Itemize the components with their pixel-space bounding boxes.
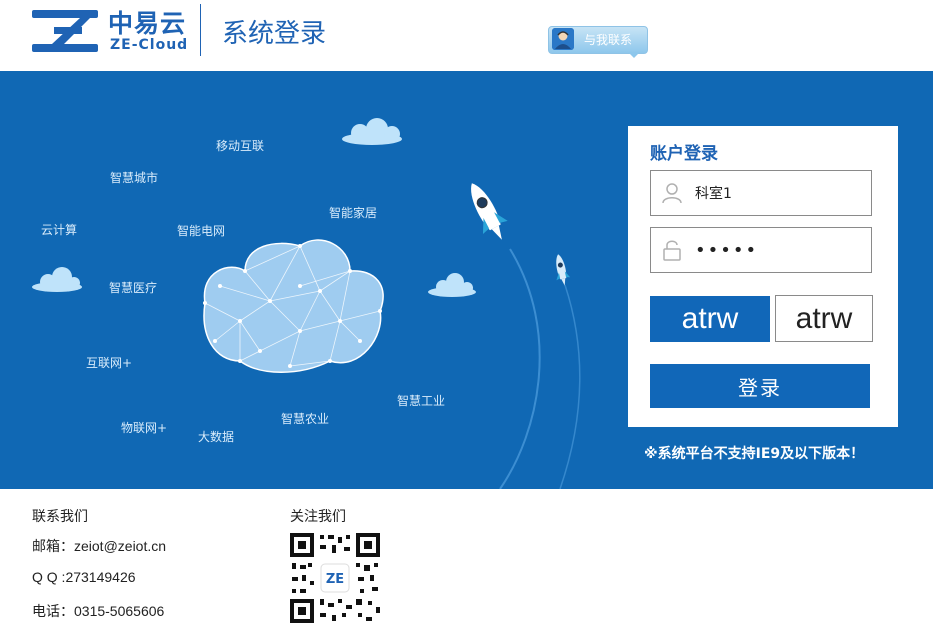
contact-phone: 电话：0315-5065606 [32,603,165,619]
customer-service-avatar-icon [552,28,574,50]
browser-support-note: ※系统平台不支持IE9及以下版本！ [644,446,865,462]
username-input[interactable] [695,179,865,207]
small-cloud-icon [32,267,82,292]
small-cloud-icon [342,118,402,145]
keyword-label: 大数据 [198,430,235,444]
captcha-input[interactable] [775,295,873,342]
keyword-label: 移动互联 [216,139,265,153]
login-panel: 账户登录 atrw 登录 [628,126,898,427]
password-input[interactable] [695,236,865,264]
login-button[interactable]: 登录 [650,364,870,408]
footer: 联系我们 邮箱：zeiot@zeiot.cn Q Q :273149426 电话… [0,489,933,630]
logo-divider [200,4,201,56]
rocket-icon [556,254,571,286]
login-title: 账户登录 [650,144,718,164]
keyword-label: 互联网+ [86,356,133,370]
svg-text:ZE: ZE [326,572,344,587]
page-title: 系统登录 [222,19,327,49]
header: 中易云 ZE-Cloud 系统登录 与我联系 [0,0,933,71]
password-field[interactable] [650,227,872,273]
small-cloud-icon [428,273,476,297]
keyword-label: 云计算 [41,223,78,237]
keyword-label: 物联网+ [121,421,168,435]
contact-bubble-tail [628,52,640,58]
logo-text-cn: 中易云 [108,9,187,38]
contact-email: 邮箱：zeiot@zeiot.cn [32,538,167,554]
username-field[interactable] [650,170,872,216]
lock-icon [663,240,681,261]
captcha-image[interactable]: atrw [650,296,770,342]
keyword-label: 智能电网 [177,224,226,238]
keyword-label: 智慧医疗 [109,281,158,295]
contact-us-heading: 联系我们 [32,509,88,525]
keyword-label: 智慧城市 [110,171,159,185]
qr-code-icon: ZE [290,533,380,623]
hero-banner: 移动互联 智慧城市 智能家居 云计算 智能电网 智慧医疗 互联网+ 智慧工业 智… [0,71,933,489]
ze-logo-icon [32,10,98,52]
follow-us-heading: 关注我们 [290,509,346,525]
keyword-label: 智慧农业 [281,412,330,426]
user-icon [662,183,682,204]
rocket-icon [471,183,508,240]
logo-text-en: ZE-Cloud [110,37,189,53]
contact-us-button[interactable]: 与我联系 [548,24,648,58]
keyword-label: 智能家居 [329,206,378,220]
contact-us-label: 与我联系 [584,33,633,47]
network-cloud-icon [203,239,384,373]
contact-qq: Q Q :273149426 [32,569,136,585]
keyword-label: 智慧工业 [397,394,446,408]
